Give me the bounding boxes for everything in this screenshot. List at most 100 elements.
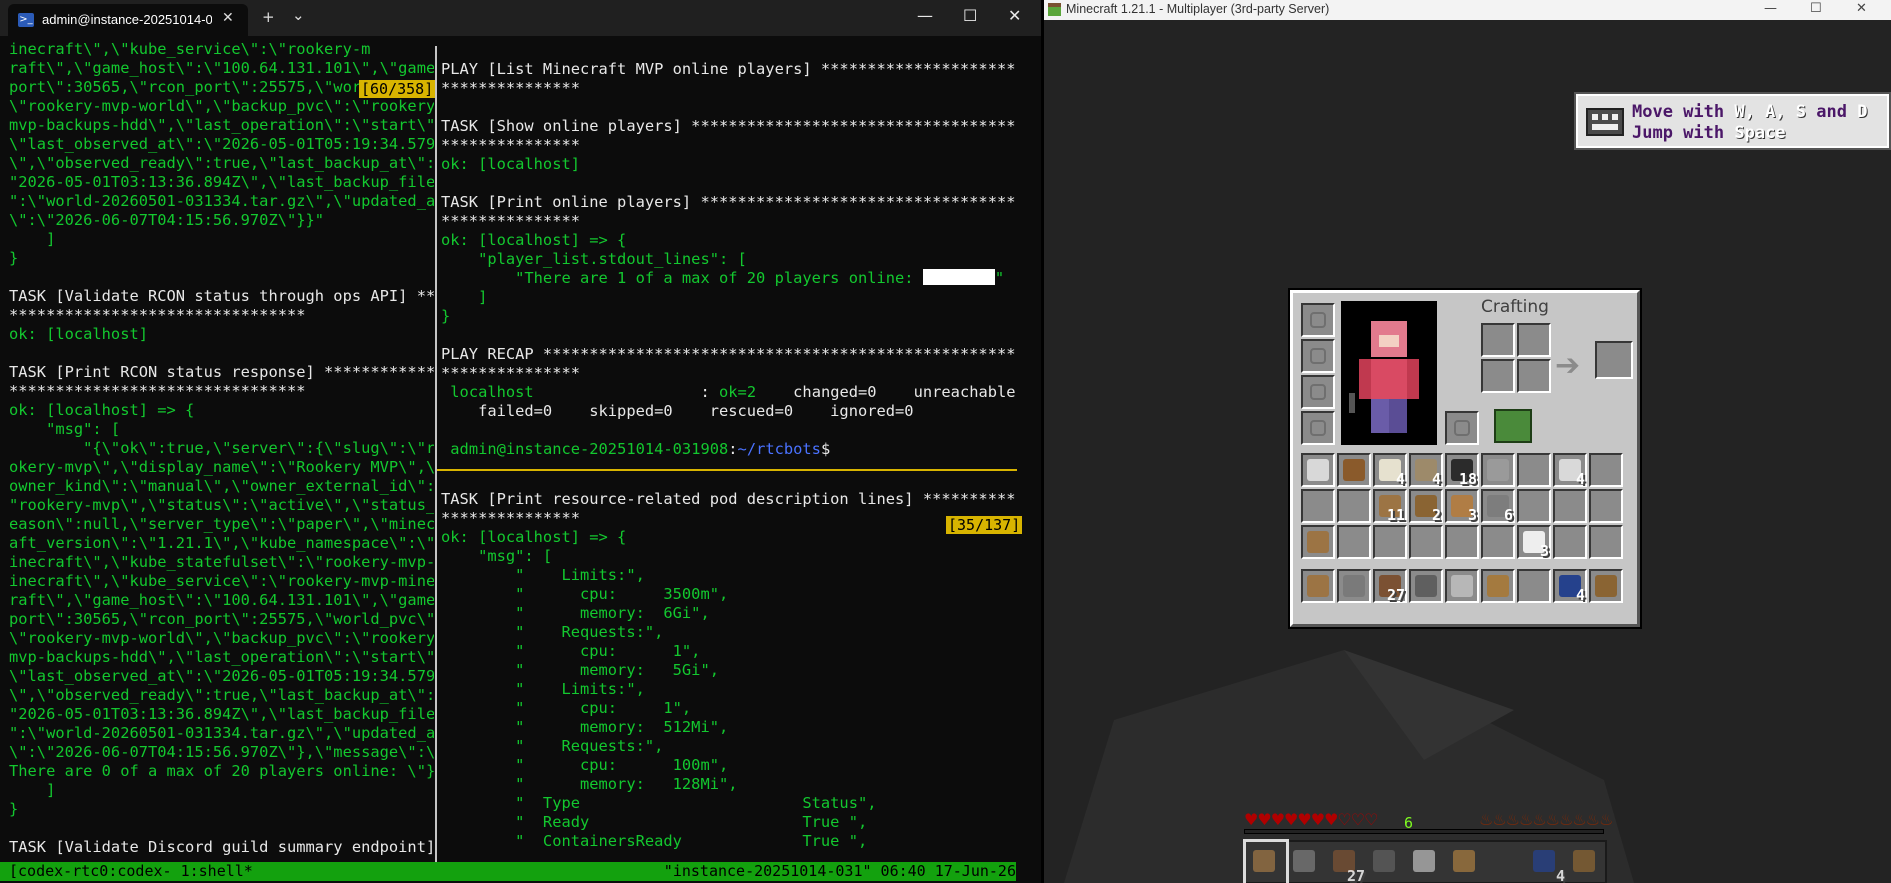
terminal-tab[interactable]: >_ admin@instance-20251014-031908: ~ ✕ (8, 4, 248, 36)
tab-close-icon[interactable]: ✕ (222, 10, 234, 26)
inventory-slot[interactable] (1301, 489, 1335, 523)
offhand-slot[interactable] (1445, 411, 1479, 445)
inventory-hotbar-slot[interactable]: 4 (1553, 569, 1587, 604)
inventory-slot[interactable] (1589, 453, 1623, 487)
inventory-slot[interactable]: 11 (1373, 489, 1407, 524)
inventory-slot[interactable] (1337, 489, 1371, 523)
inventory-slot[interactable] (1409, 525, 1443, 559)
maximize-button[interactable]: ☐ (963, 6, 977, 25)
inventory-slot[interactable] (1553, 489, 1587, 523)
inventory-slot[interactable] (1553, 525, 1587, 559)
tab-dropdown-button[interactable]: ⌄ (292, 6, 305, 24)
inventory-slot[interactable]: 4 (1553, 453, 1587, 488)
minimize-button[interactable]: — (917, 6, 933, 25)
terminal-line: inecraft\",\"kube_statefulset\":\"rooker… (9, 553, 434, 571)
lapis-block-icon (1533, 850, 1555, 872)
game-viewport[interactable]: Move with W, A, S and D Jump with Space (1044, 20, 1891, 883)
tmux-pane-top-right[interactable]: PLAY [List Minecraft MVP online players]… (441, 60, 1016, 460)
minimize-button[interactable]: — (1764, 1, 1777, 16)
inventory-hotbar-slot[interactable]: 27 (1373, 569, 1407, 604)
terminal-line: TASK [Validate Discord guild summary end… (9, 838, 434, 856)
pane-divider-horizontal[interactable] (437, 469, 1017, 471)
terminal-body[interactable]: inecraft\",\"kube_service\":\"rookery-m r… (0, 36, 1041, 862)
chestplate-slot[interactable] (1301, 339, 1335, 373)
terminal-line: " cpu: 1", (441, 699, 692, 717)
inventory-slot[interactable]: 4 (1409, 453, 1443, 488)
inventory-slot[interactable]: 2 (1409, 489, 1443, 524)
terminal-line: mvp-backups-hdd\",\"last_operation\":\"s… (9, 648, 434, 666)
inventory-hotbar-slot[interactable] (1589, 569, 1623, 603)
crafting-result-slot[interactable] (1595, 341, 1633, 379)
inventory-hotbar-slot[interactable] (1409, 569, 1443, 603)
inventory-slot[interactable] (1373, 525, 1407, 559)
boots-icon (1310, 420, 1326, 436)
inventory-slot[interactable] (1481, 525, 1515, 559)
crafting-slot[interactable] (1517, 323, 1551, 357)
inventory-slot[interactable] (1517, 453, 1551, 487)
hotbar-slot[interactable] (1409, 846, 1445, 882)
helmet-icon (1310, 312, 1326, 328)
health-bar: ♥♥♥♥♥♥♥♡♡♡ (1244, 810, 1378, 829)
inventory-slot[interactable]: 4 (1373, 453, 1407, 488)
inventory-slot[interactable]: 3 (1517, 525, 1551, 560)
inventory-hotbar-slot[interactable] (1481, 569, 1515, 603)
shield-icon (1454, 420, 1470, 436)
terminal-line: port\":30565,\"rcon_port\":25575,\"world… (9, 610, 434, 628)
inventory-slot[interactable] (1517, 489, 1551, 523)
inventory-slot[interactable] (1301, 453, 1335, 487)
terminal-line: "msg": [ (9, 420, 121, 438)
crafting-slot[interactable] (1481, 323, 1515, 357)
item-count: 27 (1386, 586, 1405, 604)
inventory-hotbar-slot[interactable] (1337, 569, 1371, 603)
hotbar-slot[interactable] (1489, 846, 1525, 882)
crafting-slot[interactable] (1481, 359, 1515, 393)
inventory-slot[interactable] (1301, 525, 1335, 559)
terminal-line: TASK [Print resource-related pod descrip… (441, 490, 1016, 508)
boots-slot[interactable] (1301, 411, 1335, 445)
hotbar-slot[interactable]: 27 (1329, 846, 1365, 883)
close-button[interactable]: ✕ (1856, 1, 1867, 16)
helmet-slot[interactable] (1301, 303, 1335, 337)
maximize-button[interactable]: ☐ (1810, 1, 1822, 16)
hotbar-slot[interactable]: 4 (1529, 846, 1565, 883)
inventory-hotbar-slot[interactable] (1301, 569, 1335, 603)
hotbar-slot[interactable] (1449, 846, 1485, 882)
terminal-line: PLAY [List Minecraft MVP online players]… (441, 60, 1016, 78)
inventory-slot[interactable]: 18 (1445, 453, 1479, 488)
terminal-line: TASK [Print RCON status response] ******… (9, 363, 434, 381)
hotbar-slot[interactable] (1249, 846, 1285, 882)
tmux-pane-bottom-right[interactable]: TASK [Print resource-related pod descrip… (441, 490, 1016, 860)
close-button[interactable]: ✕ (1008, 6, 1021, 25)
tmux-pane-left[interactable]: inecraft\",\"kube_service\":\"rookery-m r… (9, 40, 434, 858)
inventory-hotbar-slot[interactable] (1517, 569, 1551, 603)
inventory-slot[interactable] (1337, 453, 1371, 487)
terminal-line: *************** (441, 364, 580, 382)
inventory-slot[interactable] (1337, 525, 1371, 559)
hotbar-slot[interactable] (1289, 846, 1325, 882)
inventory-slot[interactable] (1589, 489, 1623, 523)
inventory-slot[interactable] (1445, 525, 1479, 559)
new-tab-button[interactable]: + (262, 8, 275, 26)
inventory-slot[interactable] (1589, 525, 1623, 559)
toast-text: Move with (1632, 102, 1735, 122)
recipe-book-button[interactable] (1494, 409, 1532, 443)
item-count: 4 (1575, 586, 1585, 604)
terminal-line: " ContainersReady True ", (441, 832, 868, 850)
crafting-slot[interactable] (1517, 359, 1551, 393)
inventory-hotbar-slot[interactable] (1445, 569, 1479, 603)
inventory-slot[interactable] (1481, 453, 1515, 487)
shell-prompt: admin@instance-20251014-031908:~/rtcbots… (441, 440, 1016, 459)
pane-divider-vertical[interactable] (435, 46, 437, 862)
hotbar-slot[interactable] (1569, 846, 1605, 882)
toast-text: and (1806, 102, 1858, 122)
item-count: 3 (1467, 506, 1477, 524)
hotbar-slot[interactable] (1369, 846, 1405, 882)
string-icon (1307, 459, 1329, 481)
leggings-slot[interactable] (1301, 375, 1335, 409)
inventory-slot[interactable]: 3 (1445, 489, 1479, 524)
prompt-part: : (728, 440, 738, 458)
terminal-line: ******************************** (9, 382, 306, 400)
crafting-arrow-icon: ➔ (1555, 348, 1581, 383)
inventory-slot[interactable]: 6 (1481, 489, 1515, 524)
